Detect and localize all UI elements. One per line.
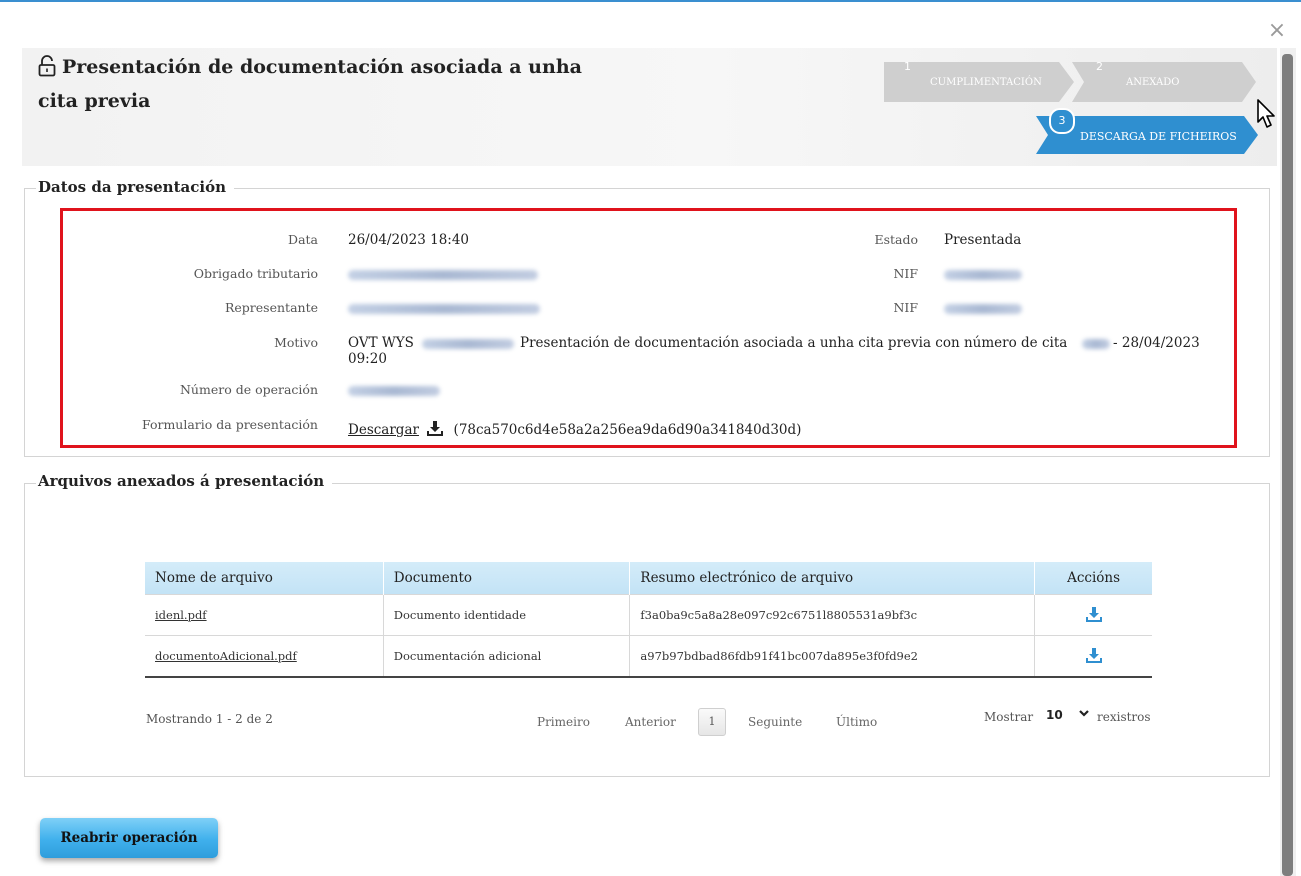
- motivo-time: 09:20: [348, 351, 387, 367]
- download-icon[interactable]: [1085, 606, 1102, 625]
- wizard-step-1-label: CUMPLIMENTACIÓN: [930, 77, 1042, 88]
- scrollbar-thumb[interactable]: [1282, 54, 1293, 876]
- dialog-title-block: Presentación de documentación asociada a…: [38, 52, 618, 116]
- nif2-label: NIF: [893, 300, 918, 315]
- column-header-document[interactable]: Documento: [382, 562, 630, 595]
- representante-label: Representante: [225, 300, 318, 315]
- attachments-legend: Arquivos anexados á presentación: [36, 472, 333, 490]
- page-size-suffix: rexistros: [1097, 710, 1151, 724]
- motivo-prefix: OVT WYS: [348, 335, 414, 351]
- obrigado-label: Obrigado tributario: [193, 266, 318, 281]
- formulario-hash: (78ca570c6d4e58a2a256ea9da6d90a341840d30…: [453, 422, 802, 438]
- wizard-step-3-number: 3: [1049, 108, 1075, 134]
- dialog: × Presentación de documentación asociada…: [0, 0, 1301, 876]
- estado-value: Presentada: [944, 232, 1022, 248]
- row-actions: [1034, 594, 1152, 636]
- dialog-title-text: Presentación de documentación asociada a…: [38, 56, 582, 112]
- page-size-label: Mostrar: [984, 710, 1034, 724]
- chevron-down-icon: [1078, 706, 1090, 723]
- column-header-actions: Accións: [1034, 562, 1152, 595]
- data-value: 26/04/2023 18:40: [348, 232, 470, 248]
- wizard-step-1: 1 CUMPLIMENTACIÓN: [884, 60, 1074, 102]
- operacion-redacted: [348, 386, 440, 396]
- pagination-first[interactable]: Primeiro: [537, 715, 590, 729]
- obrigado-redacted: [348, 270, 538, 280]
- page-size-select[interactable]: 10: [1040, 704, 1094, 728]
- download-icon[interactable]: [1085, 647, 1102, 666]
- motivo-redacted-1: [422, 339, 514, 349]
- row-actions: [1034, 635, 1152, 678]
- wizard-step-3: 3 DESCARGA DE FICHEIROS: [1036, 108, 1258, 154]
- page-size-value: 10: [1046, 708, 1063, 722]
- close-icon[interactable]: ×: [1266, 20, 1288, 42]
- pagination-previous[interactable]: Anterior: [625, 715, 676, 729]
- pagination-summary: Mostrando 1 - 2 de 2: [146, 712, 273, 726]
- wizard-step-3-label: DESCARGA DE FICHEIROS: [1080, 130, 1237, 143]
- file-hash: a97b97bdbad86fdb91f41bc007da895e3f0fd9e2: [629, 635, 1035, 678]
- nif-label: NIF: [893, 266, 918, 281]
- table-header-row: Nome de arquivo Documento Resumo electró…: [145, 562, 1152, 595]
- presentation-legend: Datos da presentación: [36, 178, 234, 196]
- motivo-label: Motivo: [274, 335, 318, 350]
- wizard-step-2: 2 ANEXADO: [1072, 60, 1256, 102]
- motivo-date: - 28/04/2023: [1113, 335, 1200, 351]
- attachments-table: Nome de arquivo Documento Resumo electró…: [145, 562, 1152, 678]
- formulario-value: Descargar (78ca570c6d4e58a2a256ea9da6d90…: [348, 420, 801, 440]
- document-type: Documento identidade: [382, 594, 630, 636]
- column-header-hash[interactable]: Resumo electrónico de arquivo: [629, 562, 1035, 595]
- estado-label: Estado: [874, 232, 918, 247]
- table-row: documentoAdicional.pdf Documentación adi…: [145, 635, 1152, 678]
- download-icon[interactable]: [427, 420, 444, 440]
- operacion-label: Número de operación: [179, 382, 318, 397]
- wizard-step-2-label: ANEXADO: [1126, 77, 1180, 88]
- nif2-redacted: [944, 304, 1022, 314]
- file-hash: f3a0ba9c5a8a28e097c92c6751l8805531a9bf3c: [629, 594, 1035, 636]
- column-header-filename[interactable]: Nome de arquivo: [145, 562, 384, 595]
- document-type: Documentación adicional: [382, 635, 630, 678]
- table-row: idenl.pdf Documento identidade f3a0ba9c5…: [145, 594, 1152, 636]
- file-name-link[interactable]: idenl.pdf: [145, 594, 384, 636]
- representante-redacted: [348, 304, 540, 314]
- wizard-step-2-number: 2: [1096, 60, 1103, 73]
- dialog-title: Presentación de documentación asociada a…: [38, 52, 618, 116]
- mouse-cursor-icon: [1256, 98, 1278, 134]
- pagination-last[interactable]: Último: [836, 715, 877, 729]
- nif-redacted: [944, 270, 1022, 280]
- motivo-text: Presentación de documentación asociada a…: [520, 335, 1068, 351]
- pagination-page-current[interactable]: 1: [698, 708, 726, 736]
- download-form-link[interactable]: Descargar: [348, 422, 419, 438]
- data-label: Data: [288, 232, 318, 247]
- wizard-step-1-number: 1: [904, 60, 911, 73]
- reopen-operation-button[interactable]: Reabrir operación: [40, 818, 218, 858]
- formulario-label: Formulario da presentación: [141, 417, 318, 432]
- unlock-icon: [38, 55, 56, 86]
- file-name-link[interactable]: documentoAdicional.pdf: [145, 635, 384, 678]
- motivo-redacted-2: [1082, 339, 1110, 349]
- pagination-next[interactable]: Seguinte: [748, 715, 802, 729]
